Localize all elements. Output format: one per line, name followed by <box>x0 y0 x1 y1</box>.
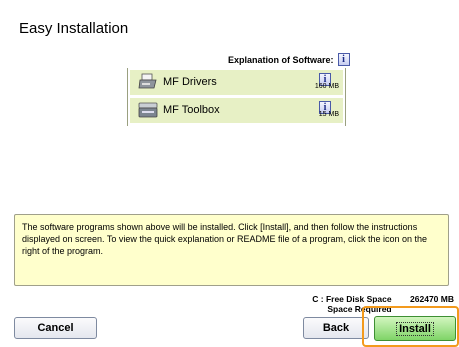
cancel-button[interactable]: Cancel <box>14 317 97 339</box>
window-title: Easy Installation <box>19 20 129 37</box>
free-disk-label: C : Free Disk Space <box>312 294 392 304</box>
explanation-label: Explanation of Software: <box>228 54 334 65</box>
software-name: MF Toolbox <box>163 104 220 116</box>
list-item-mf-toolbox: MF Toolbox i 15 MB <box>130 98 343 123</box>
back-button[interactable]: Back <box>303 317 369 339</box>
software-size: 15 MB <box>318 111 339 118</box>
install-button[interactable]: Install <box>374 316 456 341</box>
software-list: MF Drivers i 160 MB MF Toolbox i 15 MB <box>127 68 346 126</box>
description-box: The software programs shown above will b… <box>14 214 449 286</box>
software-size: 160 MB <box>314 83 339 90</box>
explanation-of-software: Explanation of Software: i <box>228 53 350 66</box>
free-disk-value: 262470 MB <box>410 294 454 304</box>
info-icon[interactable]: i <box>337 53 350 66</box>
list-item-mf-drivers: MF Drivers i 160 MB <box>130 70 343 95</box>
install-label: Install <box>396 321 434 336</box>
printer-icon <box>138 73 157 89</box>
scanner-icon <box>138 102 158 118</box>
software-name: MF Drivers <box>163 76 217 88</box>
